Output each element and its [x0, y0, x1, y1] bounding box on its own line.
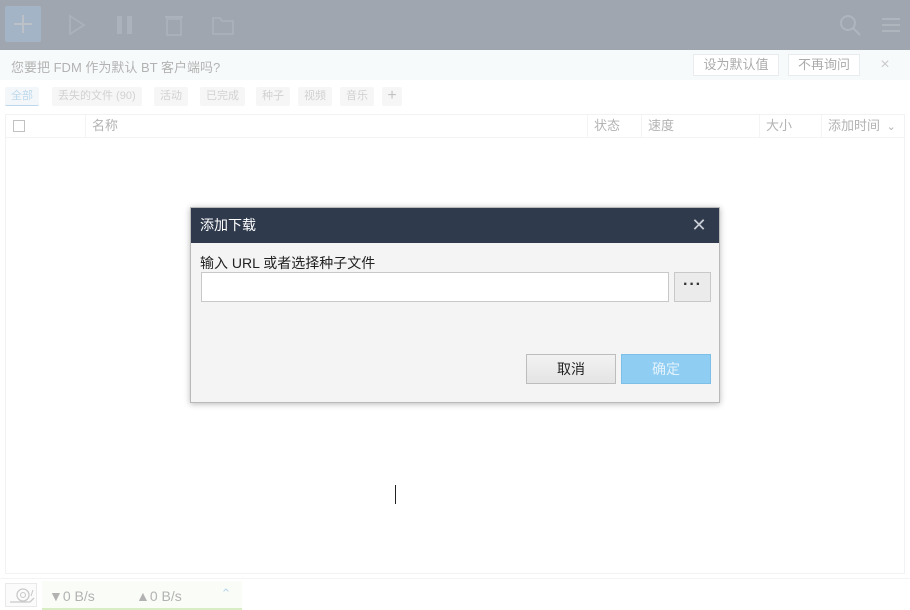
cancel-button[interactable]: 取消 [526, 354, 616, 384]
notice-text: 您要把 FDM 作为默认 BT 客户端吗? [11, 60, 221, 75]
column-name[interactable]: 名称 [86, 115, 588, 137]
tab-all[interactable]: 全部 [5, 87, 39, 106]
tab-completed[interactable]: 已完成 [200, 87, 245, 106]
close-icon[interactable]: × [876, 56, 894, 74]
status-bar: ▼0 B/s ▲0 B/s ⌃ [0, 578, 910, 610]
tab-music[interactable]: 音乐 [340, 87, 374, 106]
column-added-time[interactable]: 添加时间 ⌄ [822, 115, 904, 137]
column-speed[interactable]: 速度 [642, 115, 760, 137]
column-added-time-label: 添加时间 [828, 118, 881, 133]
default-client-notice: 您要把 FDM 作为默认 BT 客户端吗? 设为默认值 不再询问 × [0, 50, 910, 80]
url-input[interactable] [201, 272, 669, 302]
column-status[interactable]: 状态 [588, 115, 642, 137]
add-download-button[interactable] [5, 6, 41, 42]
search-icon[interactable] [838, 13, 862, 37]
download-speed: ▼0 B/s [49, 588, 95, 604]
select-all-checkbox[interactable] [13, 120, 25, 132]
ok-button[interactable]: 确定 [621, 354, 711, 384]
sort-chevron-icon: ⌄ [886, 121, 896, 133]
add-download-dialog: 添加下载 ✕ 输入 URL 或者选择种子文件 ··· 取消 确定 [190, 207, 720, 504]
snail-mode-icon[interactable] [5, 583, 37, 607]
delete-icon[interactable] [162, 13, 186, 37]
url-field-label: 输入 URL 或者选择种子文件 [200, 255, 376, 271]
speed-panel[interactable]: ▼0 B/s ▲0 B/s ⌃ [42, 581, 242, 610]
play-icon[interactable] [64, 13, 88, 37]
dialog-title: 添加下载 [191, 208, 719, 243]
select-all-column [6, 115, 86, 137]
text-caret [395, 485, 396, 504]
column-size[interactable]: 大小 [760, 115, 822, 137]
app-window: 您要把 FDM 作为默认 BT 客户端吗? 设为默认值 不再询问 × 全部 丢失… [0, 0, 910, 610]
close-icon[interactable]: ✕ [690, 216, 708, 234]
add-tab-button[interactable]: + [382, 87, 402, 106]
filter-tabs: 全部 丢失的文件 (90) 活动 已完成 种子 视频 音乐 + [0, 87, 910, 107]
browse-torrent-button[interactable]: ··· [674, 272, 711, 302]
dont-ask-button[interactable]: 不再询问 [788, 54, 860, 76]
chevron-up-icon[interactable]: ⌃ [218, 586, 234, 602]
tab-video[interactable]: 视频 [298, 87, 332, 106]
menu-icon[interactable] [879, 13, 903, 37]
pause-icon[interactable] [113, 13, 137, 37]
folder-icon[interactable] [211, 13, 235, 37]
table-header: 名称 状态 速度 大小 添加时间 ⌄ [6, 115, 904, 138]
tab-missing-files[interactable]: 丢失的文件 (90) [52, 87, 142, 106]
toolbar [0, 0, 910, 50]
tab-active[interactable]: 活动 [154, 87, 188, 106]
tab-torrents[interactable]: 种子 [256, 87, 290, 106]
upload-speed: ▲0 B/s [136, 588, 182, 604]
set-default-button[interactable]: 设为默认值 [693, 54, 779, 76]
